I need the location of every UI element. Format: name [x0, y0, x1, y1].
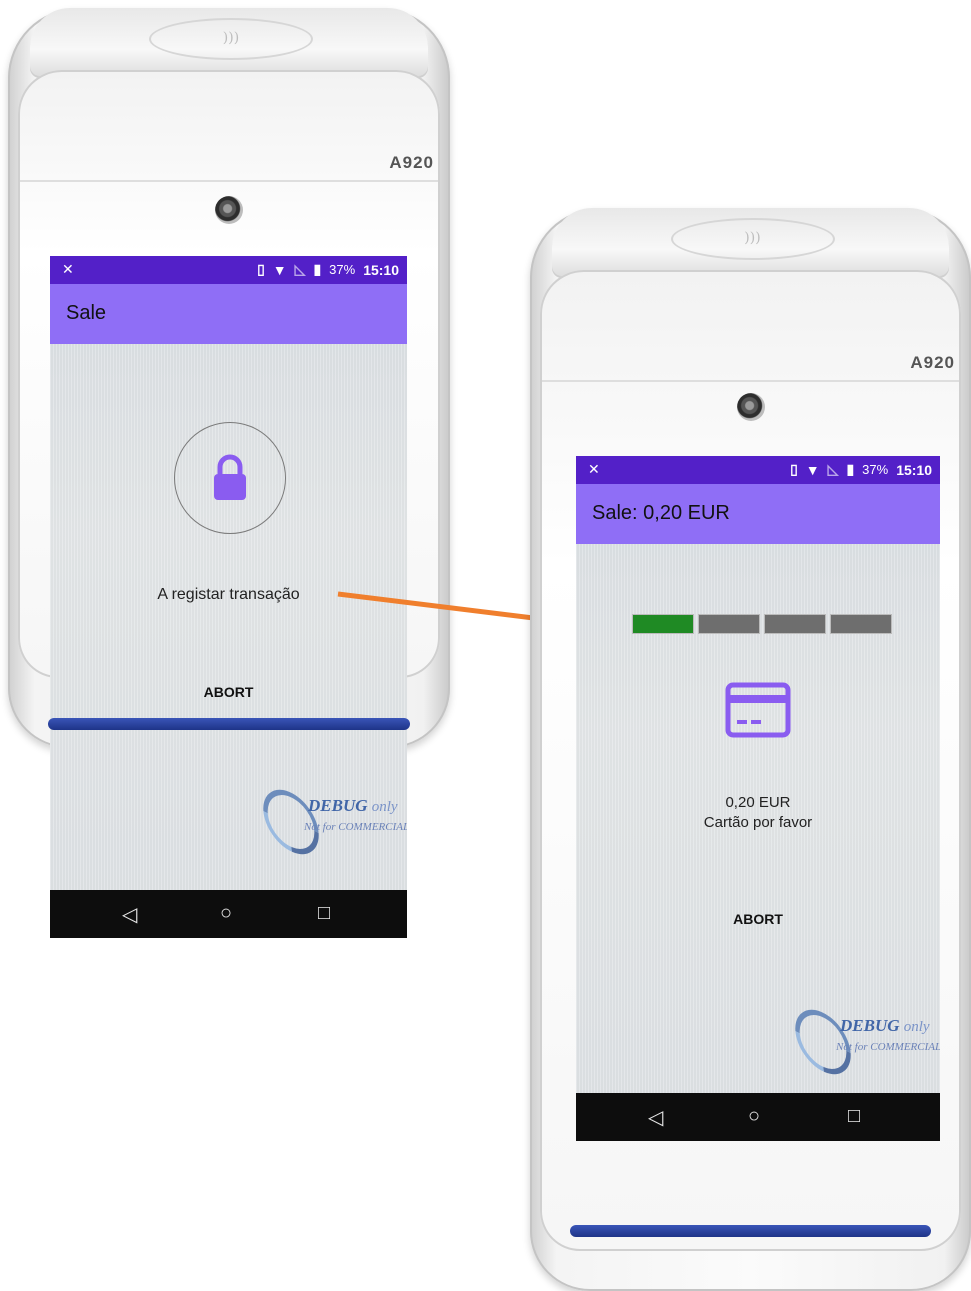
- payment-terminal-right: ))) A920 ✕ ▯ ▼ ◺ ▮ 37% 15:10 Sale: 0,20 …: [530, 208, 971, 1291]
- battery-icon: ▮: [846, 461, 855, 477]
- home-icon[interactable]: ○: [748, 1105, 760, 1128]
- notification-icon: ✕: [62, 261, 74, 277]
- status-bar: ✕ ▯ ▼ ◺ ▮ 37% 15:10: [50, 256, 407, 284]
- battery-percent: 37%: [862, 462, 889, 477]
- progress-indicator: [632, 614, 892, 634]
- vibrate-icon: ▯: [257, 261, 265, 277]
- notification-icon: ✕: [588, 461, 600, 477]
- app-bar: Sale: [50, 284, 407, 344]
- clock: 15:10: [363, 261, 399, 278]
- progress-step: [698, 614, 760, 634]
- battery-percent: 37%: [329, 262, 356, 277]
- payment-terminal-left: ))) A920 ✕ ▯ ▼ ◺ ▮ 37% 15:10 Sale A regi…: [8, 8, 450, 938]
- watermark-only: only: [371, 799, 398, 815]
- model-text: A920: [910, 353, 955, 372]
- clock: 15:10: [896, 461, 932, 478]
- progress-step: [830, 614, 892, 634]
- bezel-divider: [542, 380, 959, 382]
- vibrate-icon: ▯: [790, 461, 798, 477]
- abort-button[interactable]: ABORT: [576, 911, 940, 927]
- progress-step: [764, 614, 826, 634]
- camera-icon: [736, 393, 765, 421]
- amount-text: 0,20 EUR: [725, 794, 791, 811]
- card-slot-strip: [48, 718, 410, 730]
- home-icon[interactable]: ○: [220, 902, 232, 925]
- progress-step: [632, 614, 694, 634]
- recents-icon[interactable]: □: [848, 1105, 860, 1128]
- signal-icon: ◺: [294, 261, 306, 277]
- page-title: Sale: 0,20 EUR: [592, 502, 730, 524]
- model-label: A920: [389, 153, 434, 173]
- card-slot-strip: [570, 1225, 931, 1237]
- back-icon[interactable]: ◁: [122, 902, 137, 927]
- model-text: A920: [389, 153, 434, 172]
- wifi-icon: ▼: [272, 261, 287, 278]
- wifi-icon: ▼: [805, 461, 820, 478]
- device-top-cap: ))): [30, 8, 428, 78]
- watermark-only: only: [903, 1019, 930, 1035]
- navigation-bar: ◁ ○ □: [50, 890, 407, 938]
- watermark-not-commercial: Not for COMMERCIAL: [304, 821, 407, 833]
- watermark-debug: DEBUG: [308, 796, 368, 815]
- nfc-icon: ))): [670, 218, 835, 260]
- recents-icon[interactable]: □: [318, 902, 330, 925]
- navigation-bar: ◁ ○ □: [576, 1093, 940, 1141]
- abort-button[interactable]: ABORT: [50, 684, 407, 700]
- screen: ✕ ▯ ▼ ◺ ▮ 37% 15:10 Sale: 0,20 EUR 0,20 …: [576, 456, 940, 1141]
- signal-icon: ◺: [827, 461, 839, 477]
- status-bar: ✕ ▯ ▼ ◺ ▮ 37% 15:10: [576, 456, 940, 484]
- credit-card-icon: [725, 682, 791, 738]
- app-bar: Sale: 0,20 EUR: [576, 484, 940, 544]
- model-label: A920: [910, 353, 955, 373]
- device-top-cap: ))): [552, 208, 949, 278]
- back-icon[interactable]: ◁: [648, 1105, 663, 1130]
- page-title: Sale: [66, 302, 107, 324]
- watermark-not-commercial: Not for COMMERCIAL: [836, 1041, 940, 1053]
- battery-icon: ▮: [313, 261, 322, 277]
- nfc-icon: ))): [149, 18, 313, 60]
- watermark-debug: DEBUG: [840, 1016, 900, 1035]
- lock-icon: [214, 454, 246, 500]
- card-prompt: Cartão por favor: [703, 814, 813, 831]
- camera-icon: [215, 196, 243, 224]
- bezel-divider: [20, 180, 438, 182]
